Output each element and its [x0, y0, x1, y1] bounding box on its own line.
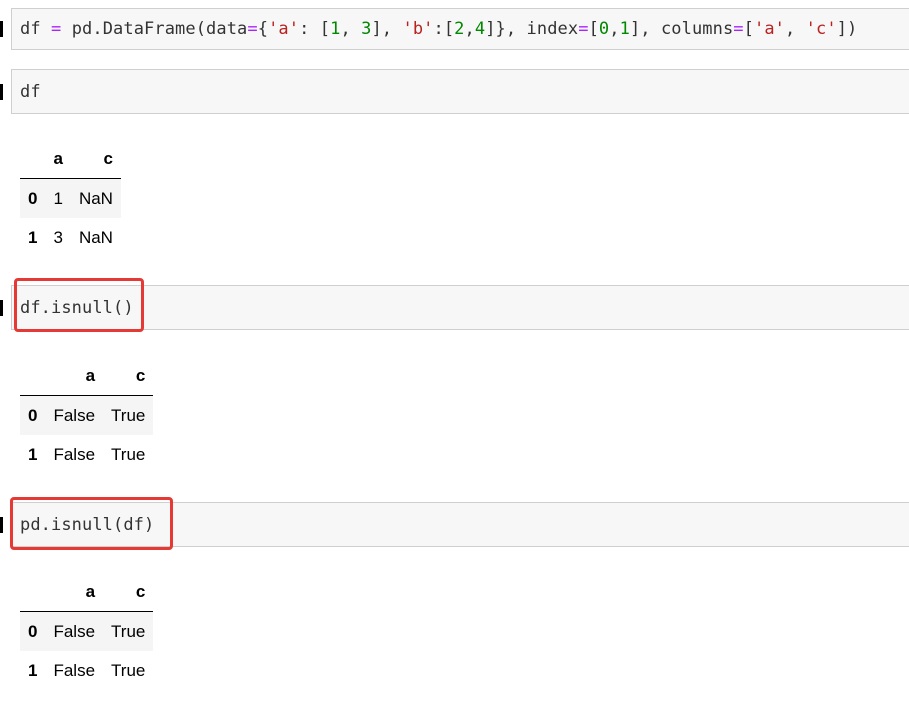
dataframe-output-2: a c 0 False True 1 False True [20, 357, 154, 474]
code-cell-1[interactable]: df = pd.DataFrame(data={'a': [1, 3], 'b'… [11, 8, 909, 50]
row-index: 1 [28, 227, 38, 247]
index-header [20, 140, 46, 179]
column-header: a [45, 357, 104, 396]
table-cell: False [53, 405, 96, 425]
table-cell: True [111, 621, 146, 641]
code-cell-2[interactable]: df [11, 69, 909, 114]
column-header: c [70, 140, 121, 179]
table-cell: True [111, 660, 146, 680]
code-token-num: 1 [619, 19, 630, 39]
table-cell: True [111, 405, 146, 425]
table-row: 0 False True [20, 395, 154, 435]
highlight-box [10, 497, 173, 550]
code-token-op: = [733, 19, 744, 39]
cell-prompt-marker [0, 84, 3, 100]
table-cell: False [53, 444, 96, 464]
code-token-op: = [578, 19, 589, 39]
code-token-txt: pd.DataFrame(data [61, 19, 248, 39]
cell-prompt-marker [0, 300, 3, 316]
code-token-txt: , [464, 19, 475, 39]
code-token-num: 1 [330, 19, 341, 39]
column-header: a [45, 573, 104, 612]
code-token-txt: , [609, 19, 620, 39]
table-cell: NaN [78, 227, 113, 247]
table-header-row: a c [20, 357, 154, 396]
code-token-txt: [ [588, 19, 599, 39]
dataframe-output-1: a c 0 1 NaN 1 3 NaN [20, 140, 121, 257]
code-token-txt: , [340, 19, 362, 39]
column-header: c [103, 573, 154, 612]
row-index: 0 [28, 405, 38, 425]
code-token-str: 'a' [753, 19, 785, 39]
table-cell: NaN [78, 188, 113, 208]
table-row: 0 1 NaN [20, 178, 121, 218]
row-index: 1 [28, 660, 38, 680]
table-header-row: a c [20, 140, 121, 179]
code-token-txt: ], columns [629, 19, 734, 39]
code-token-txt: : [ [299, 19, 331, 39]
row-index: 1 [28, 444, 38, 464]
table-cell: False [53, 621, 96, 641]
table-row: 1 3 NaN [20, 218, 121, 257]
code-token-str: 'b' [402, 19, 434, 39]
code-token-txt: , [785, 19, 806, 39]
table-cell: True [111, 444, 146, 464]
table-row: 1 False True [20, 651, 153, 690]
code-token-num: 0 [598, 19, 610, 39]
index-header [20, 357, 46, 396]
code-cell-3[interactable]: df.isnull() [11, 285, 909, 330]
highlight-box [14, 278, 144, 332]
code-token-txt: ], [371, 19, 403, 39]
code-token-op: = [247, 19, 258, 39]
code-token-txt: { [257, 19, 269, 39]
code-line[interactable]: df [20, 82, 41, 102]
column-header: a [45, 140, 71, 179]
row-index: 0 [28, 188, 38, 208]
code-token-str: 'c' [805, 19, 837, 39]
table-cell: 1 [53, 188, 63, 208]
code-token-str: 'a' [268, 19, 300, 39]
cell-prompt-marker [0, 517, 3, 533]
code-token-num: 2 [454, 19, 465, 39]
code-token-op: = [51, 19, 62, 39]
cell-prompt-marker [0, 21, 3, 37]
table-row: 0 False True [20, 611, 154, 651]
dataframe-output-3: a c 0 False True 1 False True [20, 573, 154, 690]
table-header-row: a c [20, 573, 154, 612]
table-row: 1 False True [20, 435, 153, 474]
table-cell: 3 [53, 227, 63, 247]
code-token-num: 3 [361, 19, 372, 39]
code-token-num: 4 [474, 19, 486, 39]
code-token-txt: :[ [433, 19, 455, 39]
code-line[interactable]: df = pd.DataFrame(data={'a': [1, 3], 'b'… [20, 19, 857, 39]
code-token-txt: ]) [836, 19, 858, 39]
index-header [20, 573, 46, 612]
code-token-txt: df [20, 19, 52, 39]
column-header: c [103, 357, 154, 396]
code-token-txt: [ [743, 19, 754, 39]
table-cell: False [53, 660, 96, 680]
row-index: 0 [28, 621, 38, 641]
code-token-txt: ]}, index [485, 19, 579, 39]
